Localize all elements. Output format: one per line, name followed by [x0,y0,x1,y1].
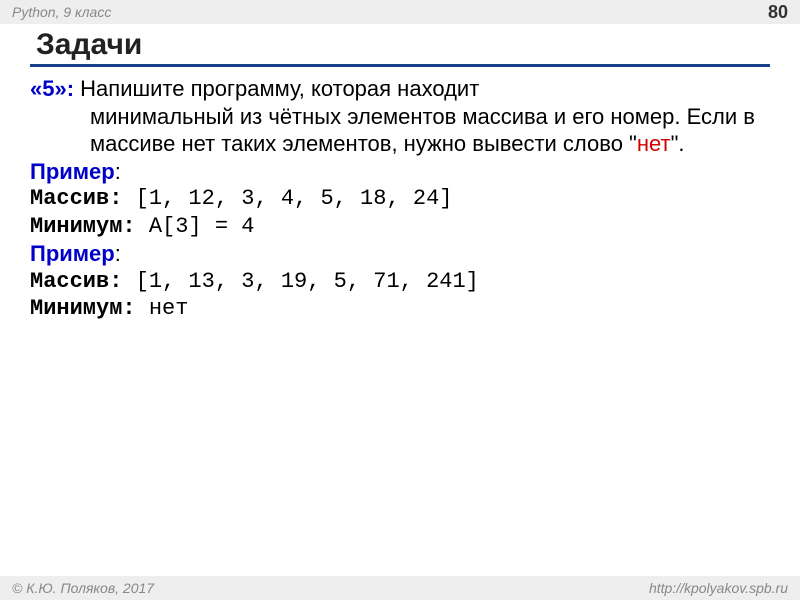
task-text-2: минимальный из чётных элементов массива … [30,103,770,158]
header-bar: Python, 9 класс 80 [0,0,800,24]
content-area: Задачи «5»: Напишите программу, которая … [0,24,800,323]
page-title: Задачи [30,28,770,62]
footer-bar: © К.Ю. Поляков, 2017 http://kpolyakov.sp… [0,576,800,600]
footer-copyright: © К.Ю. Поляков, 2017 [12,580,154,596]
example-1-label: Пример: [30,158,770,186]
page-number: 80 [768,2,788,23]
slide-page: Python, 9 класс 80 Задачи «5»: Напишите … [0,0,800,600]
example-1-min: Минимум: A[3] = 4 [30,213,770,241]
red-word: нет [637,131,671,156]
task-text-1: Напишите программу, которая находит [74,76,479,101]
heading-underline: Задачи [30,28,770,67]
task-description: «5»: Напишите программу, которая находит… [30,75,770,158]
example-2-array: Массив: [1, 13, 3, 19, 5, 71, 241] [30,268,770,296]
header-subject: Python, 9 класс [12,4,111,20]
example-2-min: Минимум: нет [30,295,770,323]
example-1-array: Массив: [1, 12, 3, 4, 5, 18, 24] [30,185,770,213]
example-2-label: Пример: [30,240,770,268]
footer-url: http://kpolyakov.spb.ru [649,580,788,596]
grade-label: «5»: [30,76,74,101]
